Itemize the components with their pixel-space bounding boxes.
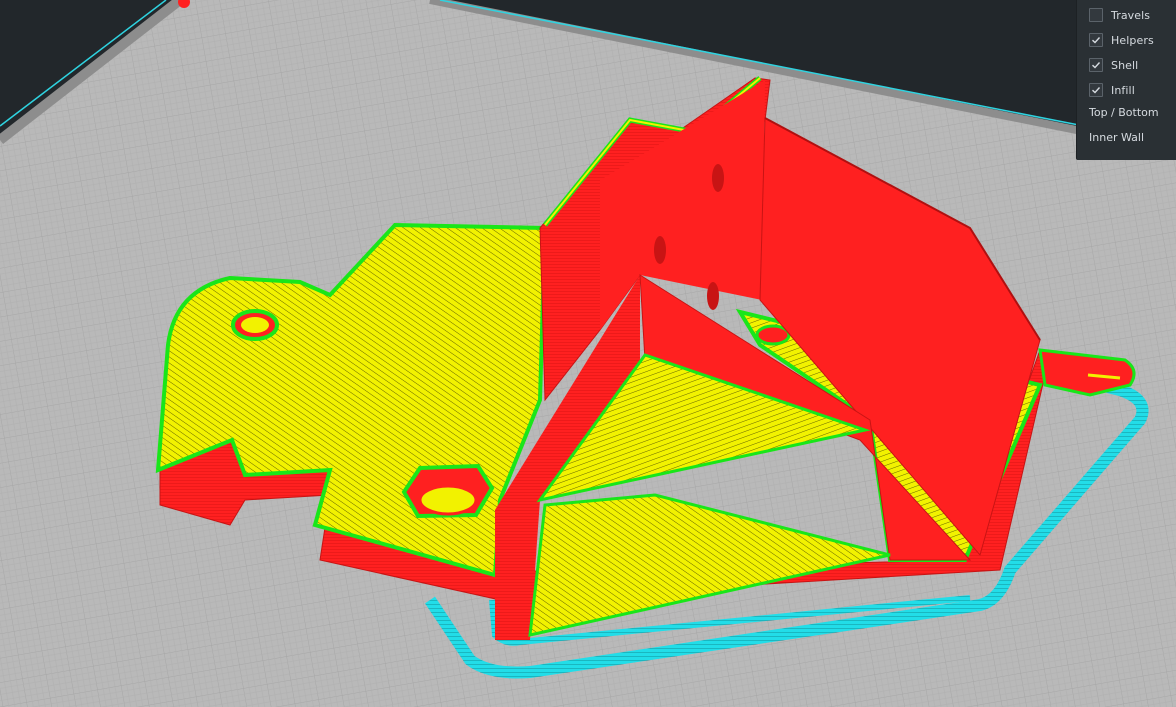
layer-view-panel: Travels Helpers Shell Infill Top / Botto… xyxy=(1076,0,1176,160)
option-helpers[interactable]: Helpers xyxy=(1089,31,1154,49)
option-travels[interactable]: Travels xyxy=(1089,6,1150,24)
layer-view-viewport[interactable]: Travels Helpers Shell Infill Top / Botto… xyxy=(0,0,1176,707)
checkbox-travels[interactable] xyxy=(1089,8,1103,22)
option-infill[interactable]: Infill xyxy=(1089,81,1135,99)
checkmark-icon xyxy=(1092,37,1101,44)
checkbox-shell[interactable] xyxy=(1089,58,1103,72)
checkmark-icon xyxy=(1092,62,1101,69)
checkmark-icon xyxy=(1092,87,1101,94)
option-shell-label: Shell xyxy=(1111,58,1139,72)
option-shell[interactable]: Shell xyxy=(1089,56,1138,74)
checkbox-helpers[interactable] xyxy=(1089,33,1103,47)
option-infill-label: Infill xyxy=(1111,83,1135,97)
checkbox-infill[interactable] xyxy=(1089,83,1103,97)
option-helpers-label: Helpers xyxy=(1111,33,1154,47)
entry-top-bottom[interactable]: Top / Bottom xyxy=(1089,106,1159,119)
option-travels-label: Travels xyxy=(1111,8,1151,22)
entry-inner-wall[interactable]: Inner Wall xyxy=(1089,131,1144,144)
build-plate-scene[interactable] xyxy=(0,0,1176,707)
